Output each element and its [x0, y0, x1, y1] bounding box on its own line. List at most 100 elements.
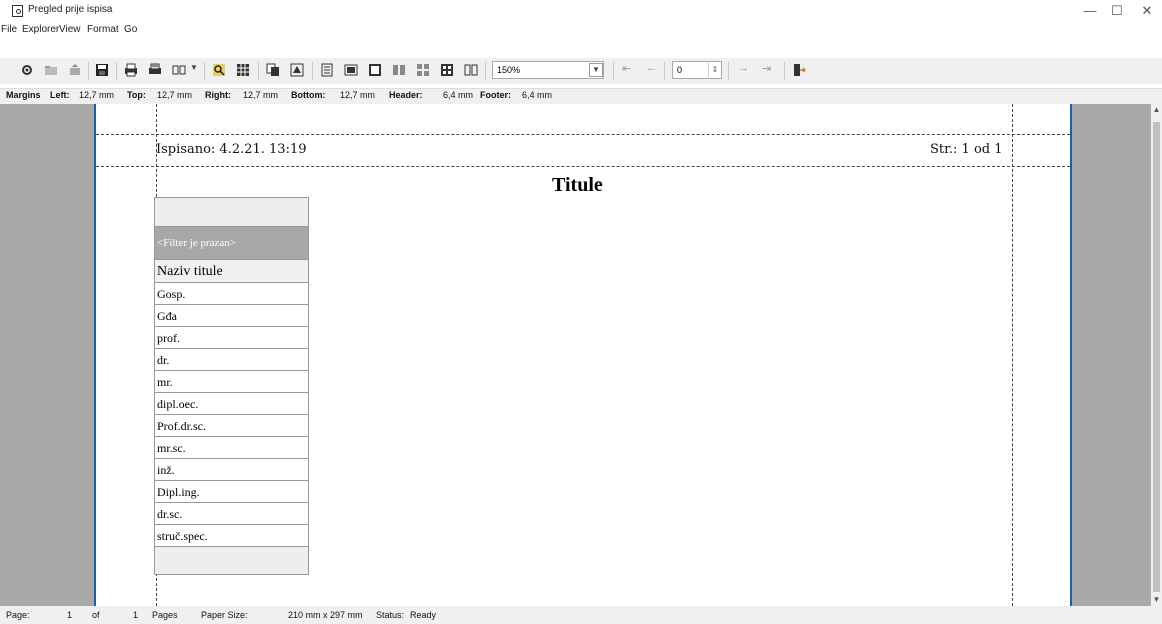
- minimize-button[interactable]: —: [1075, 0, 1105, 22]
- whole-page-icon[interactable]: [368, 63, 382, 77]
- filter-band: <Filter je prazan>: [154, 227, 309, 260]
- scrollbar-thumb[interactable]: [1153, 122, 1160, 592]
- top-margin-value[interactable]: 12,7 mm: [157, 90, 192, 100]
- grid-icon[interactable]: [236, 63, 250, 77]
- exit-icon[interactable]: [792, 63, 806, 77]
- quick-print-icon[interactable]: [148, 63, 162, 77]
- table-row: dr.: [154, 349, 309, 371]
- toolbar: ▼ 150% ▼ ⇤ ← 0 ⇕ → ⇥: [0, 58, 1162, 84]
- toolbar-separator: [88, 62, 89, 80]
- print-icon[interactable]: [124, 63, 138, 77]
- top-margin-guide-line: [96, 166, 1070, 167]
- menu-file[interactable]: File: [1, 24, 17, 35]
- table-row: dipl.oec.: [154, 393, 309, 415]
- zoom-pages-icon[interactable]: [464, 63, 478, 77]
- zoom-select[interactable]: 150%: [492, 61, 604, 79]
- multi-pages-icon[interactable]: [440, 63, 454, 77]
- toolbar-separator: [613, 62, 614, 80]
- two-pages-icon[interactable]: [392, 63, 406, 77]
- toolbar-separator: [204, 62, 205, 80]
- menu-view[interactable]: View: [59, 24, 81, 35]
- table-row: struč.spec.: [154, 525, 309, 547]
- vertical-scrollbar[interactable]: ▲ ▼: [1151, 104, 1162, 606]
- four-pages-icon[interactable]: [416, 63, 430, 77]
- table-row: Gđa: [154, 305, 309, 327]
- table-row: Prof.dr.sc.: [154, 415, 309, 437]
- right-margin-label: Right:: [205, 90, 231, 100]
- open-folder-icon[interactable]: [44, 63, 58, 77]
- bottom-margin-label: Bottom:: [291, 90, 326, 100]
- menu-format[interactable]: Format: [87, 24, 119, 35]
- current-page: 1: [67, 610, 73, 620]
- export-icon[interactable]: [68, 63, 82, 77]
- preview-area[interactable]: Ispisano: 4.2.21. 13:19 Str.: 1 od 1 Tit…: [0, 104, 1162, 606]
- left-margin-value[interactable]: 12,7 mm: [79, 90, 114, 100]
- save-icon[interactable]: [95, 63, 109, 77]
- column-header: Naziv titule: [154, 260, 309, 283]
- table-row: inž.: [154, 459, 309, 481]
- table-row: mr.sc.: [154, 437, 309, 459]
- maximize-button[interactable]: ☐: [1102, 0, 1132, 22]
- status-value: Ready: [410, 610, 437, 620]
- single-page-icon[interactable]: [320, 63, 334, 77]
- right-margin-guide-line: [1012, 104, 1013, 606]
- page-info: Str.: 1 od 1: [930, 142, 1003, 157]
- bottom-margin-value[interactable]: 12,7 mm: [340, 90, 375, 100]
- scroll-down-icon[interactable]: ▼: [1151, 594, 1162, 606]
- scroll-up-icon[interactable]: ▲: [1151, 104, 1162, 116]
- last-page-icon[interactable]: ⇥: [762, 62, 771, 75]
- footer-margin-value[interactable]: 6,4 mm: [522, 90, 552, 100]
- page-label: Page:: [6, 610, 30, 620]
- toolbar-separator: [116, 62, 117, 80]
- toolbar-separator: [312, 62, 313, 80]
- footer-margin-label: Footer:: [480, 90, 511, 100]
- chevron-down-icon[interactable]: ▼: [589, 63, 603, 77]
- table-footer-band: [154, 547, 309, 575]
- printed-date: Ispisano: 4.2.21. 13:19: [156, 142, 307, 157]
- table-row: prof.: [154, 327, 309, 349]
- window-title: Pregled prije ispisa: [28, 4, 113, 15]
- page-setup-icon[interactable]: [172, 63, 186, 77]
- report-title: Titule: [552, 174, 603, 196]
- toolbar-separator: [784, 62, 785, 80]
- paper-size-value: 210 mm x 297 mm: [288, 610, 363, 620]
- of-label: of: [92, 610, 100, 620]
- watermark-icon[interactable]: [290, 63, 304, 77]
- close-button[interactable]: ✕: [1132, 0, 1162, 22]
- table-row: Gosp.: [154, 283, 309, 305]
- status-label: Status:: [376, 610, 405, 620]
- header-guide-line: [96, 134, 1070, 135]
- first-page-icon[interactable]: ⇤: [622, 62, 631, 75]
- top-margin-label: Top:: [127, 90, 146, 100]
- pages-label: Pages: [152, 610, 178, 620]
- right-margin-value[interactable]: 12,7 mm: [243, 90, 278, 100]
- menu-go[interactable]: Go: [124, 24, 137, 35]
- chevron-down-icon[interactable]: ▼: [190, 63, 198, 72]
- margins-label: Margins: [6, 90, 41, 100]
- table-row: mr.: [154, 371, 309, 393]
- previous-page-icon[interactable]: ←: [646, 62, 657, 74]
- total-pages: 1: [133, 610, 139, 620]
- status-bar: Page: 1 of 1 Pages Paper Size: 210 mm x …: [0, 606, 1162, 624]
- table-row: Dipl.ing.: [154, 481, 309, 503]
- page-stepper-icon[interactable]: ⇕: [708, 63, 721, 77]
- margins-bar: Margins Left: 12,7 mm Top: 12,7 mm Right…: [0, 88, 1162, 105]
- toolbar-separator: [258, 62, 259, 80]
- header-margin-value[interactable]: 6,4 mm: [443, 90, 473, 100]
- menu-explorer[interactable]: Explorer: [22, 24, 59, 35]
- settings-icon[interactable]: [20, 63, 34, 77]
- find-icon[interactable]: [212, 63, 226, 77]
- paper-size-label: Paper Size:: [201, 610, 248, 620]
- toolbar-separator: [728, 62, 729, 80]
- report-table: <Filter je prazan> Naziv titule Gosp. Gđ…: [154, 197, 309, 575]
- copy-icon[interactable]: [266, 63, 280, 77]
- page-width-icon[interactable]: [344, 63, 358, 77]
- next-page-icon[interactable]: →: [738, 62, 749, 74]
- title-bar: Pregled prije ispisa — ☐ ✕: [0, 0, 1162, 22]
- menu-bar: File Explorer View Format Go: [0, 22, 1162, 40]
- table-row: dr.sc.: [154, 503, 309, 525]
- toolbar-separator: [485, 62, 486, 80]
- table-top-band: [154, 197, 309, 227]
- print-preview-app-icon: [12, 5, 23, 17]
- left-margin-label: Left:: [50, 90, 70, 100]
